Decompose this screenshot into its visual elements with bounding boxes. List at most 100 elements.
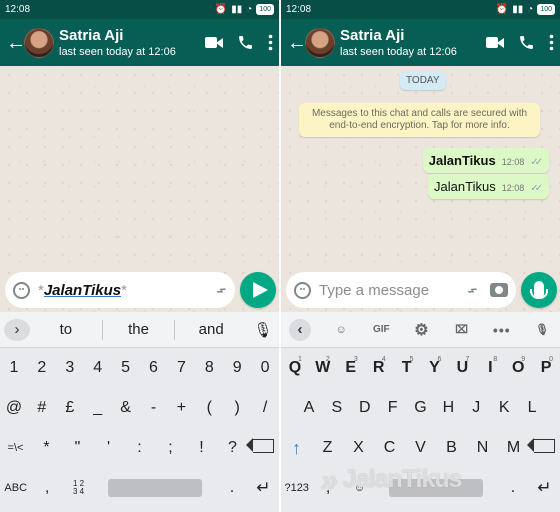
video-call-icon[interactable] [205, 36, 223, 49]
key-1[interactable]: 1 [0, 359, 28, 377]
key-hyphen[interactable]: - [140, 399, 168, 417]
key-hash[interactable]: # [28, 399, 56, 417]
backspace-key[interactable] [527, 438, 560, 458]
key-9[interactable]: 9 [223, 359, 251, 377]
more-tools-icon[interactable]: ••• [492, 322, 512, 338]
key-question[interactable]: ? [217, 439, 248, 457]
phone-call-icon[interactable] [518, 34, 535, 51]
message-bubble[interactable]: JalanTikus 12:08 ✓✓ [422, 148, 549, 173]
number-pad-key[interactable]: 1 23 4 [63, 480, 94, 496]
key-ampersand[interactable]: & [112, 399, 140, 417]
key-k[interactable]: K [490, 399, 518, 417]
key-d[interactable]: D [351, 399, 379, 417]
key-u[interactable]: U7 [448, 356, 476, 377]
shift-icon[interactable]: ↑ [281, 438, 312, 459]
backspace-key[interactable] [246, 438, 279, 458]
key-m[interactable]: M [498, 439, 529, 457]
more-options-icon[interactable] [268, 34, 273, 51]
key-w[interactable]: W2 [309, 356, 337, 377]
paperclip-icon[interactable]: ⌁ [462, 278, 483, 301]
key-0[interactable]: 0 [251, 359, 279, 377]
key-s[interactable]: S [323, 399, 351, 417]
suggestion-expand-button[interactable]: › [4, 318, 30, 341]
message-composer[interactable]: Type a message ⌁ [286, 272, 516, 308]
suggestion-to[interactable]: to [30, 321, 102, 338]
suggestion-and[interactable]: and [175, 321, 247, 338]
key-i[interactable]: I8 [476, 356, 504, 377]
key-a[interactable]: A [295, 399, 323, 417]
avatar[interactable] [24, 27, 54, 58]
number-mode-key[interactable]: ?123 [281, 482, 312, 494]
key-r[interactable]: R4 [365, 356, 393, 377]
key-v[interactable]: V [405, 439, 436, 457]
contact-info[interactable]: Satria Aji last seen today at 12:06 [59, 27, 201, 59]
key-at[interactable]: @ [0, 399, 28, 417]
key-slash[interactable]: / [251, 399, 279, 417]
back-arrow-icon[interactable]: ← [287, 33, 307, 53]
key-single-quote[interactable]: ' [93, 439, 124, 457]
comma-key[interactable]: , [31, 479, 62, 497]
gif-button[interactable]: GIF [371, 324, 391, 335]
key-colon[interactable]: : [124, 439, 155, 457]
key-semicolon[interactable]: ; [155, 439, 186, 457]
paperclip-icon[interactable]: ⌁ [211, 278, 232, 301]
abc-key[interactable]: ABC [0, 482, 31, 494]
key-3[interactable]: 3 [56, 359, 84, 377]
key-z[interactable]: Z [312, 439, 343, 457]
message-bubble[interactable]: JalanTikus 12:08 ✓✓ [428, 174, 549, 199]
key-x[interactable]: X [343, 439, 374, 457]
key-f[interactable]: F [379, 399, 407, 417]
avatar[interactable] [305, 27, 335, 58]
emoji-icon[interactable] [13, 281, 30, 299]
key-l[interactable]: L [518, 399, 546, 417]
enter-icon[interactable]: ↵ [529, 478, 560, 498]
key-t[interactable]: T5 [393, 356, 421, 377]
voice-message-button[interactable] [521, 272, 557, 308]
keyboard-mic-icon[interactable]: 🎙 [532, 323, 552, 336]
suggestion-the[interactable]: the [103, 321, 175, 338]
key-close-parenthesis[interactable]: ) [223, 399, 251, 417]
keyboard-mic-icon[interactable]: 🎙 [247, 321, 279, 339]
more-symbols-key[interactable]: =\< [0, 442, 31, 454]
key-n[interactable]: N [467, 439, 498, 457]
key-c[interactable]: C [374, 439, 405, 457]
message-composer[interactable]: *JalanTikus* ⌁ [5, 272, 235, 308]
emoji-icon[interactable] [294, 281, 311, 299]
gear-icon[interactable]: ⚙ [411, 320, 431, 340]
key-p[interactable]: P0 [532, 356, 560, 377]
key-6[interactable]: 6 [140, 359, 168, 377]
key-b[interactable]: B [436, 439, 467, 457]
message-input[interactable]: Type a message [311, 282, 464, 299]
phone-call-icon[interactable] [237, 34, 254, 51]
contact-info[interactable]: Satria Aji last seen today at 12:06 [340, 27, 482, 59]
key-q[interactable]: Q1 [281, 356, 309, 377]
key-4[interactable]: 4 [84, 359, 112, 377]
key-o[interactable]: O9 [504, 356, 532, 377]
keyboard-back-button[interactable]: ‹ [289, 318, 311, 341]
key-y[interactable]: Y6 [421, 356, 449, 377]
key-8[interactable]: 8 [195, 359, 223, 377]
key-h[interactable]: H [434, 399, 462, 417]
enter-icon[interactable]: ↵ [248, 478, 279, 498]
camera-icon[interactable] [490, 283, 508, 297]
key-e[interactable]: E3 [337, 356, 365, 377]
key-asterisk[interactable]: * [31, 439, 62, 457]
key-5[interactable]: 5 [112, 359, 140, 377]
encryption-notice[interactable]: Messages to this chat and calls are secu… [299, 103, 540, 137]
back-arrow-icon[interactable]: ← [6, 33, 26, 53]
video-call-icon[interactable] [486, 36, 504, 49]
spacebar-key[interactable] [108, 479, 203, 497]
key-exclamation[interactable]: ! [186, 439, 217, 457]
key-pound[interactable]: £ [56, 399, 84, 417]
key-underscore[interactable]: _ [84, 399, 112, 417]
key-7[interactable]: 7 [167, 359, 195, 377]
key-j[interactable]: J [462, 399, 490, 417]
period-key[interactable]: . [216, 479, 247, 497]
key-double-quote[interactable]: " [62, 439, 93, 457]
translate-icon[interactable]: ⌧ [452, 323, 472, 336]
key-open-parenthesis[interactable]: ( [195, 399, 223, 417]
more-options-icon[interactable] [549, 34, 554, 51]
message-input[interactable]: *JalanTikus* [30, 282, 213, 299]
key-plus[interactable]: + [167, 399, 195, 417]
key-g[interactable]: G [407, 399, 435, 417]
